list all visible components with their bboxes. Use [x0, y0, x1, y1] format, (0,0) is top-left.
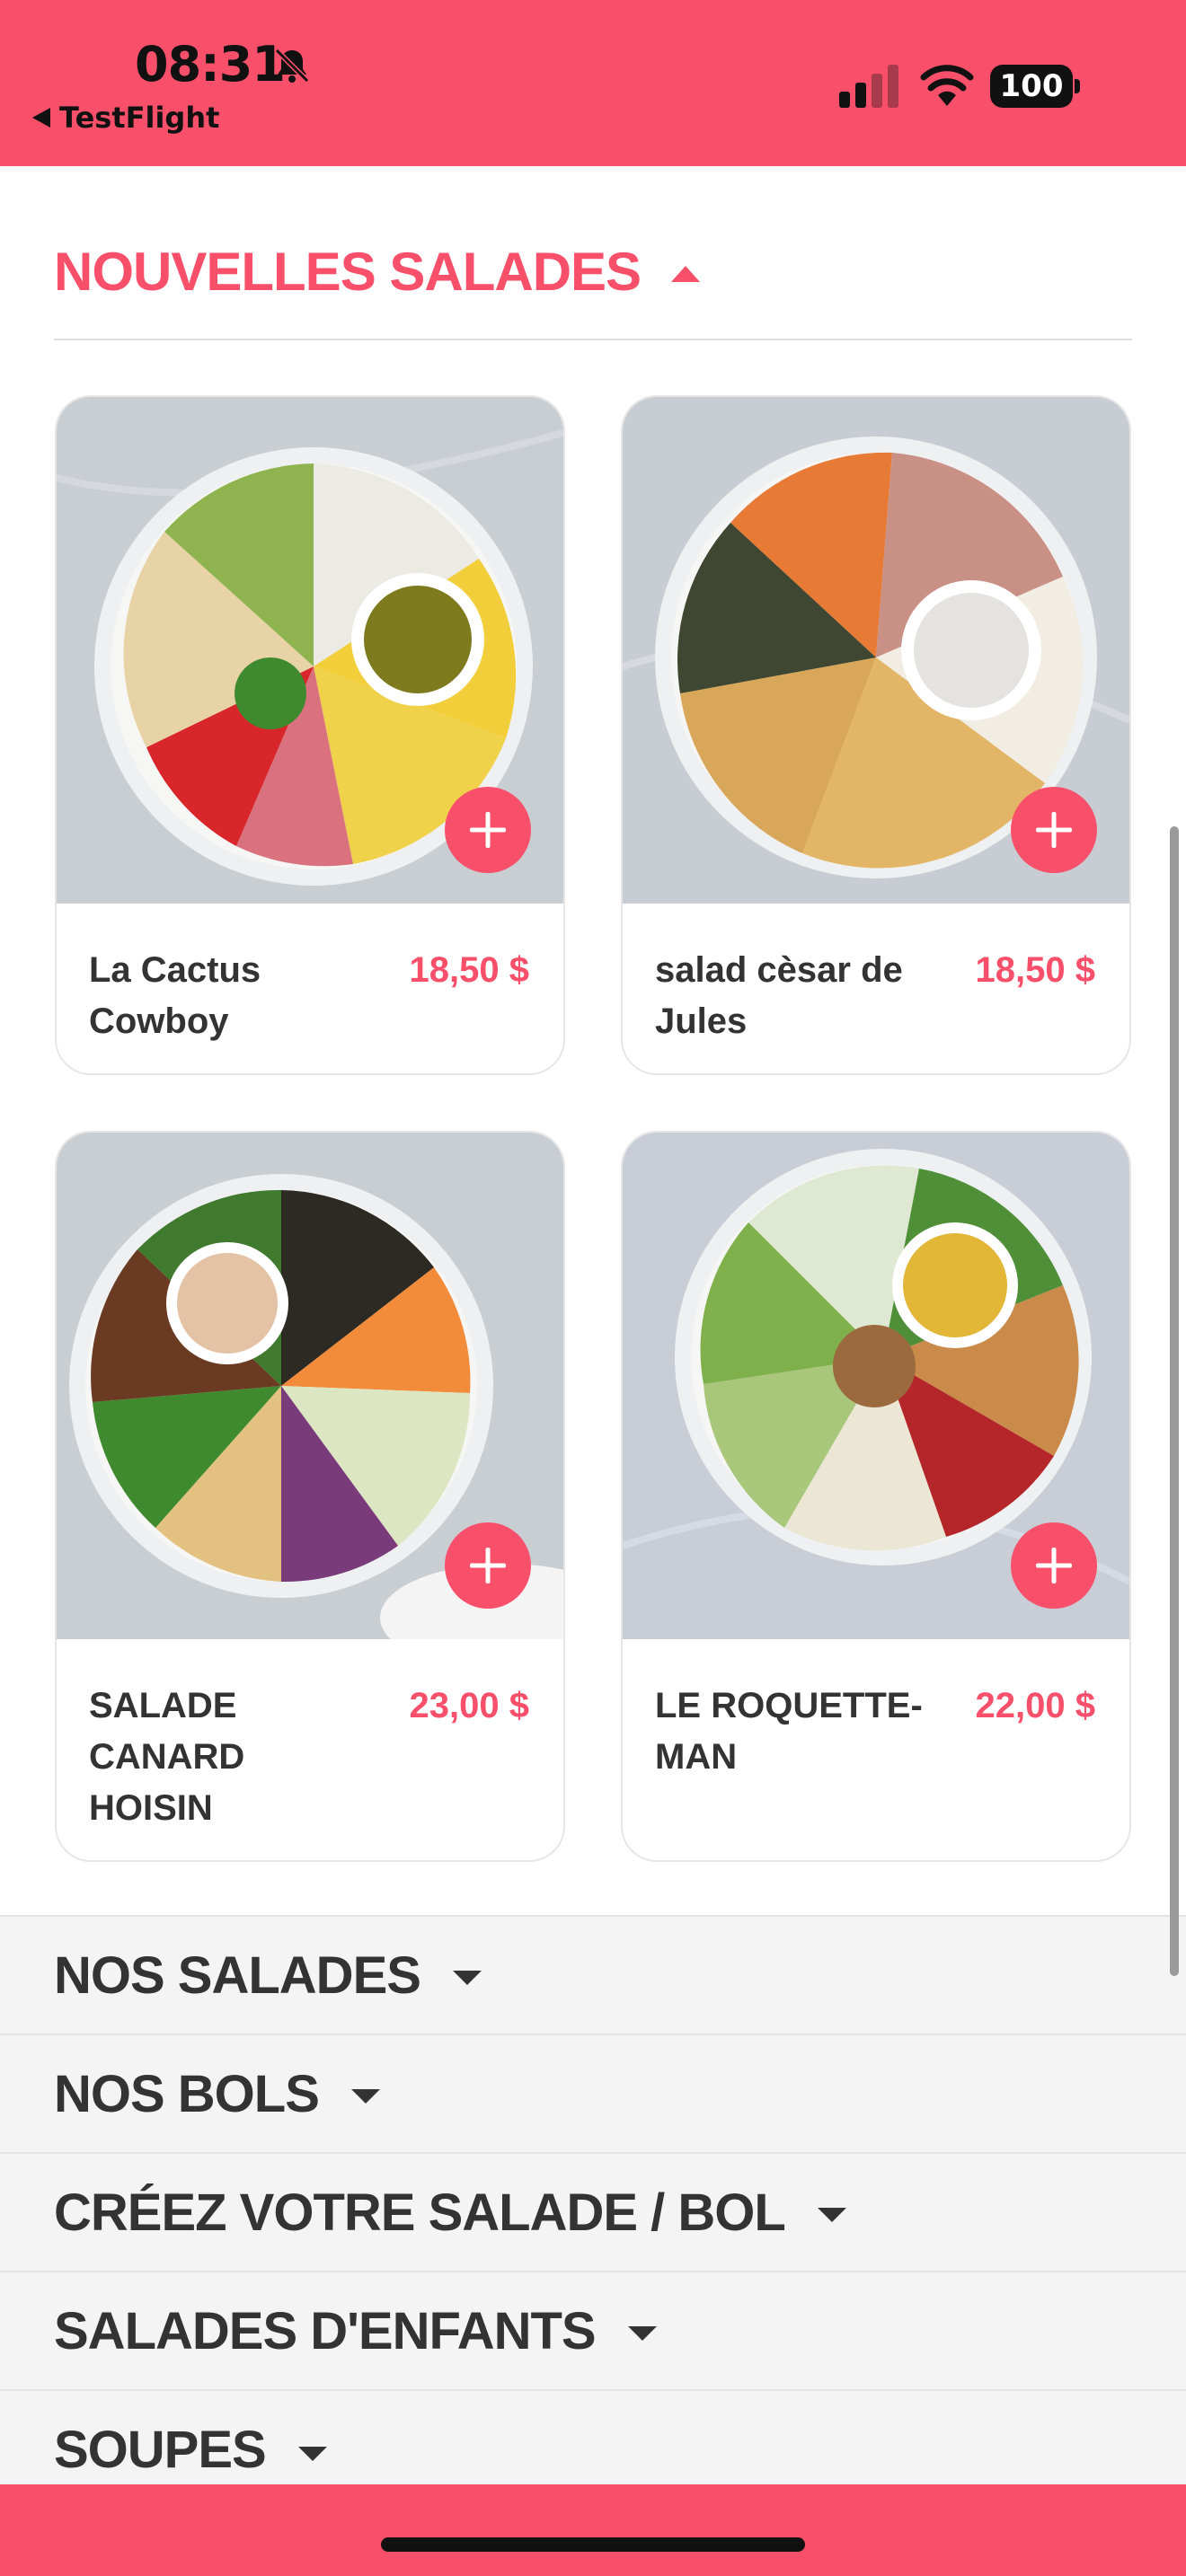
add-to-cart-button[interactable]: [1011, 1522, 1097, 1609]
product-card[interactable]: SALADE CANARD HOISIN 23,00 $: [55, 1131, 565, 1862]
product-card[interactable]: salad cèsar de Jules 18,50 $: [621, 395, 1131, 1075]
home-indicator[interactable]: [381, 2537, 805, 2552]
product-price: 18,50 $: [409, 950, 529, 990]
category-salades-enfants[interactable]: SALADES D'ENFANTS: [0, 2271, 1186, 2389]
scrollbar[interactable]: [1170, 826, 1179, 1976]
category-label: NOS BOLS: [54, 2064, 320, 2123]
product-price: 18,50 $: [975, 950, 1095, 990]
category-nos-salades[interactable]: NOS SALADES: [0, 1915, 1186, 2033]
product-card[interactable]: LE ROQUETTE-MAN 22,00 $: [621, 1131, 1131, 1862]
section-divider: [54, 339, 1132, 340]
product-name: SALADE CANARD HOISIN: [89, 1686, 245, 1828]
caret-up-icon: [671, 265, 701, 282]
category-soupes[interactable]: SOUPES: [0, 2389, 1186, 2484]
bell-slash-icon: [274, 48, 310, 84]
back-arrow-icon: [32, 108, 50, 128]
cellular-signal-icon: [839, 65, 898, 108]
section-header-nouvelles-salades[interactable]: NOUVELLES SALADES: [54, 241, 701, 303]
category-label: NOS SALADES: [54, 1945, 421, 2005]
add-to-cart-button[interactable]: [445, 1522, 531, 1609]
category-label: CRÉEZ VOTRE SALADE / BOL: [54, 2183, 786, 2242]
add-to-cart-button[interactable]: [1011, 787, 1097, 873]
category-nos-bols[interactable]: NOS BOLS: [0, 2033, 1186, 2152]
product-name: La Cactus Cowboy: [89, 950, 261, 1041]
category-creez-votre-salade[interactable]: CRÉEZ VOTRE SALADE / BOL: [0, 2152, 1186, 2271]
status-time: 08:31: [135, 36, 286, 93]
category-label: SALADES D'ENFANTS: [54, 2301, 597, 2360]
category-label: SOUPES: [54, 2421, 267, 2479]
bottom-bar: [0, 2484, 1186, 2576]
back-to-testflight[interactable]: TestFlight: [32, 101, 219, 135]
status-bar: 08:31 TestFlight 100: [0, 0, 1186, 166]
battery-icon: 100: [990, 65, 1080, 108]
product-name: LE ROQUETTE-MAN: [655, 1686, 923, 1777]
product-price: 23,00 $: [409, 1686, 529, 1725]
caret-down-icon: [350, 2089, 380, 2104]
product-name: salad cèsar de Jules: [655, 950, 903, 1041]
battery-level: 100: [990, 65, 1073, 108]
caret-down-icon: [817, 2208, 846, 2222]
caret-down-icon: [627, 2326, 657, 2341]
caret-down-icon: [452, 1971, 482, 1985]
back-label: TestFlight: [59, 101, 220, 135]
add-to-cart-button[interactable]: [445, 787, 531, 873]
product-card[interactable]: La Cactus Cowboy 18,50 $: [55, 395, 565, 1075]
product-price: 22,00 $: [975, 1686, 1095, 1725]
wifi-icon: [920, 65, 974, 106]
caret-down-icon: [297, 2447, 327, 2461]
section-title: NOUVELLES SALADES: [54, 242, 642, 302]
